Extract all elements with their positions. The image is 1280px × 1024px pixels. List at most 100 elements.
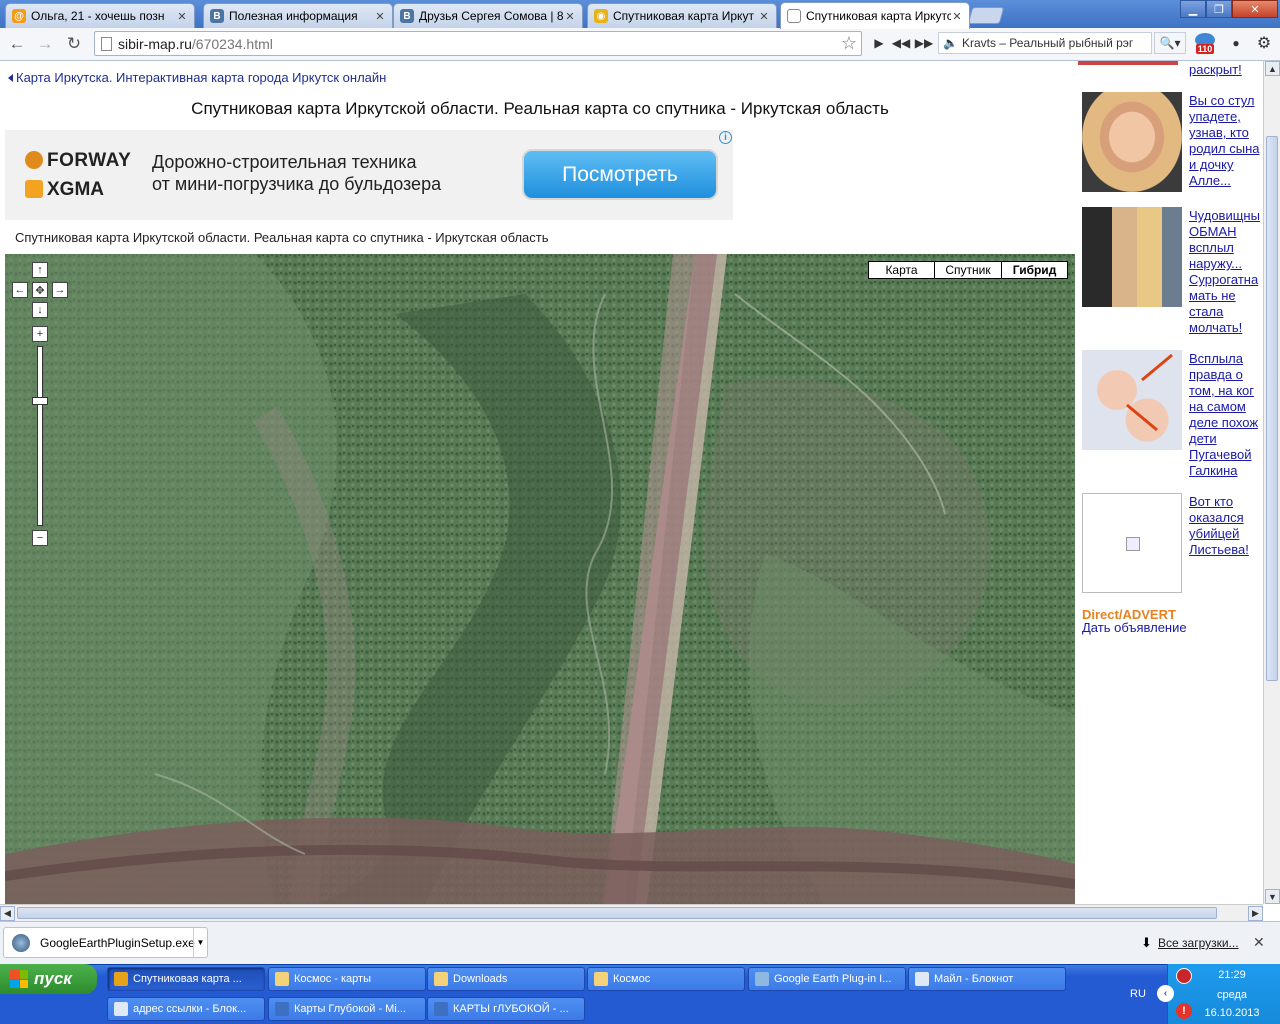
extension-icon[interactable]: ●	[1224, 32, 1248, 54]
tab-3[interactable]: ◉ Спутниковая карта Иркут ✕	[587, 3, 777, 28]
start-button[interactable]: пуск	[0, 964, 97, 994]
taskbar-button[interactable]: Карты Глубокой - Mi...	[268, 997, 426, 1021]
tab-0[interactable]: @ Ольга, 21 - хочешь позн ✕	[5, 3, 195, 28]
antivirus-icon[interactable]	[1176, 968, 1192, 984]
pan-center-icon[interactable]: ✥	[32, 282, 48, 298]
minimize-button[interactable]: ▁	[1180, 0, 1206, 18]
zoom-slider-handle[interactable]	[32, 397, 48, 405]
red-arrows-icon	[1126, 353, 1173, 432]
promo-link-2[interactable]: Чудовищны ОБМАН всплыл наружу... Суррога…	[1189, 208, 1263, 336]
chevron-down-icon[interactable]: ▼	[193, 928, 207, 957]
tab-close-icon[interactable]: ✕	[564, 10, 576, 23]
tab-close-icon[interactable]: ✕	[176, 10, 188, 23]
taskbar-button-label: Спутниковая карта ...	[133, 973, 242, 985]
tab-close-icon[interactable]: ✕	[374, 10, 386, 23]
player-track-display[interactable]: 🔈 Kravts – Реальный рыбный рэг	[938, 32, 1152, 54]
horizontal-scroll-thumb[interactable]	[17, 907, 1217, 919]
taskbar-button[interactable]: Спутниковая карта ...	[107, 967, 265, 991]
map-type-satellite-button[interactable]: Спутник	[934, 261, 1002, 279]
taskbar-button[interactable]: Downloads	[427, 967, 585, 991]
play-icon[interactable]: ▶	[868, 32, 890, 54]
horizontal-scrollbar[interactable]: ◀ ▶	[0, 904, 1263, 921]
forward-icon[interactable]: →	[34, 33, 56, 55]
breadcrumb-link[interactable]: Карта Иркутска. Интерактивная карта горо…	[16, 70, 386, 85]
taskbar-app-icon	[275, 972, 289, 986]
babies-photo[interactable]	[1082, 350, 1182, 450]
tab-close-icon[interactable]: ✕	[758, 10, 770, 23]
zoom-out-button[interactable]: −	[32, 530, 48, 546]
language-indicator[interactable]: RU	[1130, 988, 1146, 1000]
ad-view-button[interactable]: Посмотреть	[522, 149, 718, 200]
tray-expand-icon[interactable]: ‹	[1157, 985, 1174, 1002]
zoom-in-button[interactable]: +	[32, 326, 48, 342]
taskbar-button[interactable]: Космос	[587, 967, 745, 991]
maximize-button[interactable]: ❐	[1206, 0, 1232, 18]
mail-extension-icon[interactable]: 110	[1191, 32, 1219, 54]
clock-time[interactable]: 21:29	[1202, 969, 1262, 981]
promo-link-partial[interactable]: раскрыт!	[1189, 62, 1263, 78]
new-tab-button[interactable]	[967, 7, 1005, 24]
tab-2[interactable]: B Друзья Сергея Сомова | 83 ✕	[393, 3, 583, 28]
xgma-logo: XGMA	[25, 179, 104, 201]
map-type-hybrid-button[interactable]: Гибрид	[1001, 261, 1068, 279]
taskbar-button[interactable]: Космос - карты	[268, 967, 426, 991]
promo-link-4[interactable]: Вот кто оказался убийцей Листьева!	[1189, 494, 1263, 558]
reload-icon[interactable]: ↻	[63, 33, 85, 55]
back-icon[interactable]: ←	[6, 33, 28, 55]
promo-link-1[interactable]: Вы со стул упадете, узнав, кто родил сын…	[1189, 93, 1263, 189]
url-host: sibir-map.ru	[118, 35, 192, 52]
ad-info-icon[interactable]: i	[719, 131, 732, 144]
satellite-map[interactable]: Карта Спутник Гибрид ↑ ← ✥ → ↓ + −	[5, 254, 1075, 904]
tab-1[interactable]: B Полезная информация ✕	[203, 3, 393, 28]
tab-title: Полезная информация	[229, 9, 358, 23]
download-bar: GoogleEarthPluginSetup.exe ▼ ⬇ Все загру…	[0, 921, 1280, 964]
tab-close-icon[interactable]: ✕	[951, 10, 963, 23]
close-window-button[interactable]: ✕	[1232, 0, 1278, 18]
alert-icon[interactable]: !	[1176, 1003, 1192, 1019]
promo-image-partial[interactable]	[1078, 61, 1178, 65]
pan-up-icon[interactable]: ↑	[32, 262, 48, 278]
breadcrumb[interactable]: Карта Иркутска. Интерактивная карта горо…	[8, 70, 386, 85]
singer-portrait[interactable]	[1082, 92, 1182, 192]
tab-4[interactable]: Спутниковая карта Иркутс ✕	[780, 2, 970, 29]
scroll-up-icon[interactable]: ▲	[1265, 61, 1280, 76]
scroll-right-icon[interactable]: ▶	[1248, 906, 1263, 921]
scroll-left-icon[interactable]: ◀	[0, 906, 15, 921]
taskbar-button[interactable]: Google Earth Plug-in I...	[748, 967, 906, 991]
bookmark-star-icon[interactable]: ☆	[837, 33, 861, 54]
pan-left-icon[interactable]: ←	[12, 282, 28, 298]
download-item[interactable]: GoogleEarthPluginSetup.exe ▼	[3, 927, 208, 958]
satellite-imagery	[5, 254, 1075, 904]
address-bar[interactable]: sibir-map.ru/670234.html ☆	[94, 31, 862, 56]
zoom-slider[interactable]	[37, 346, 43, 526]
pan-down-icon[interactable]: ↓	[32, 302, 48, 318]
vertical-scroll-thumb[interactable]	[1266, 136, 1278, 681]
place-ad-link[interactable]: Дать объявление	[1082, 620, 1187, 635]
promo-link-3[interactable]: Всплыла правда о том, на ког на самом де…	[1189, 351, 1263, 479]
player-track-title: Kravts – Реальный рыбный рэг	[961, 36, 1134, 50]
rewind-icon[interactable]: ◀◀	[890, 32, 912, 54]
all-downloads-link[interactable]: Все загрузки...	[1158, 936, 1239, 950]
couple-photo[interactable]	[1082, 207, 1182, 307]
wrench-menu-icon[interactable]: ⚙	[1252, 32, 1276, 54]
fast-forward-icon[interactable]: ▶▶	[912, 32, 936, 54]
tab-title: Друзья Сергея Сомова | 83	[419, 9, 564, 23]
close-icon[interactable]: ✕	[1253, 934, 1265, 951]
vk-icon: B	[400, 9, 414, 23]
pan-right-icon[interactable]: →	[52, 282, 68, 298]
ad-banner[interactable]: FORWAY XGMA Дорожно-строительная техника…	[5, 130, 733, 220]
search-icon[interactable]: 🔍▾	[1154, 32, 1186, 54]
taskbar-button-label: Downloads	[453, 973, 508, 985]
mail-badge: 110	[1195, 43, 1215, 54]
scroll-down-icon[interactable]: ▼	[1265, 889, 1280, 904]
taskbar-button[interactable]: адрес ссылки - Блок...	[107, 997, 265, 1021]
taskbar-button[interactable]: КАРТЫ гЛУБОКОЙ - ...	[427, 997, 585, 1021]
page-icon	[787, 9, 801, 23]
vk-icon: B	[210, 9, 224, 23]
broken-image[interactable]	[1082, 493, 1182, 593]
vertical-scrollbar[interactable]: ▲ ▼	[1263, 61, 1280, 904]
taskbar-app-icon	[755, 972, 769, 986]
taskbar-button[interactable]: Майл - Блокнот	[908, 967, 1066, 991]
map-type-map-button[interactable]: Карта	[868, 261, 935, 279]
taskbar-button-label: Google Earth Plug-in I...	[774, 973, 892, 985]
